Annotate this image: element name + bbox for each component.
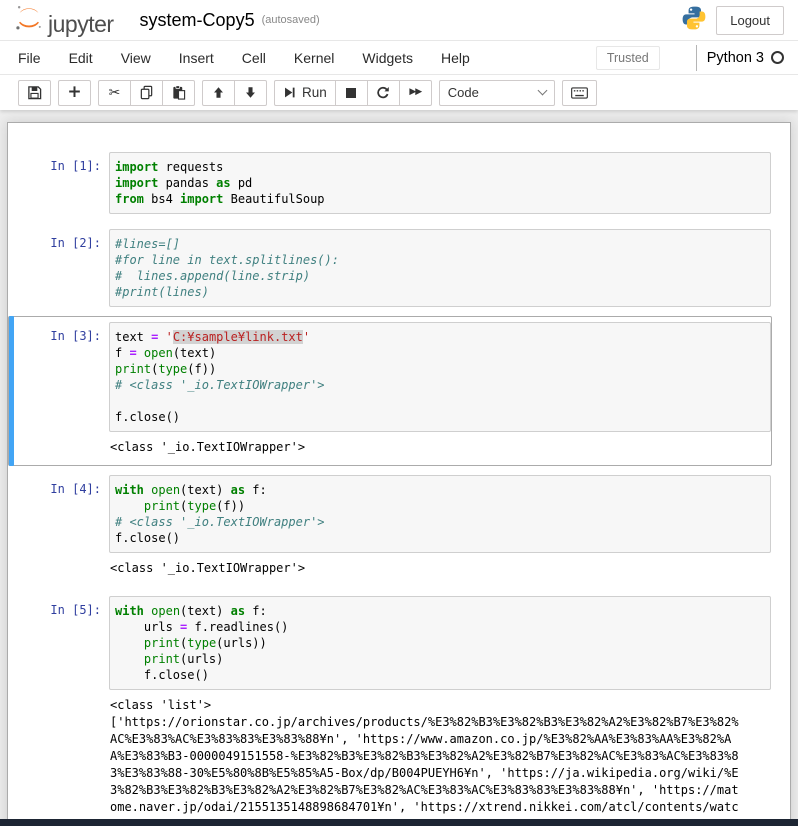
move-cell-up-button[interactable] (202, 80, 235, 106)
notebook-title[interactable]: system-Copy5 (140, 10, 255, 31)
toolbar: + ✂ (0, 75, 798, 110)
code-input[interactable]: with open(text) as f: urls = f.readlines… (109, 596, 771, 690)
notebook-area: In [1]:import requests import pandas as … (0, 110, 798, 826)
menu-item-cell[interactable]: Cell (228, 41, 280, 74)
restart-icon (376, 86, 390, 100)
stop-icon (345, 87, 357, 99)
save-icon (27, 85, 42, 100)
menu-item-kernel[interactable]: Kernel (280, 41, 348, 74)
menu-item-edit[interactable]: Edit (55, 41, 107, 74)
code-input[interactable]: import requests import pandas as pd from… (109, 152, 771, 214)
code-input[interactable]: #lines=[] #for line in text.splitlines()… (109, 229, 771, 307)
code-input[interactable]: text = 'C:¥sample¥link.txt' f = open(tex… (109, 322, 771, 432)
menubar-divider (696, 45, 697, 71)
kernel-name: Python 3 (707, 50, 764, 66)
run-button-label: Run (302, 85, 327, 100)
cut-icon: ✂ (109, 86, 121, 100)
restart-run-all-button[interactable]: ▶▶ (399, 80, 432, 106)
menu-items: FileEditViewInsertCellKernelWidgetsHelp (18, 41, 484, 74)
cell-type-dropdown[interactable]: Code (439, 80, 555, 106)
cell-output: <class '_io.TextIOWrapper'> (109, 432, 771, 460)
run-icon (283, 86, 296, 99)
code-cell-4[interactable]: In [4]:with open(text) as f: print(type(… (8, 469, 772, 587)
jupyter-logo-text: jupyter (48, 13, 114, 38)
input-prompt: In [4]: (9, 475, 109, 496)
keyboard-icon (571, 87, 588, 99)
restart-kernel-button[interactable] (367, 80, 400, 106)
output-prompt (9, 553, 109, 560)
paste-cell-button[interactable] (162, 80, 195, 106)
menu-item-widgets[interactable]: Widgets (348, 41, 427, 74)
output-prompt (9, 432, 109, 439)
code-cell-1[interactable]: In [1]:import requests import pandas as … (8, 146, 772, 220)
input-prompt: In [1]: (9, 152, 109, 173)
move-up-icon (212, 86, 225, 99)
add-cell-icon: + (67, 84, 81, 101)
menu-item-view[interactable]: View (107, 41, 165, 74)
cell-output: <class '_io.TextIOWrapper'> (109, 553, 771, 581)
jupyter-logo[interactable]: jupyter (14, 3, 114, 38)
python-logo-icon (681, 5, 707, 36)
copy-cell-button[interactable] (130, 80, 163, 106)
input-prompt: In [5]: (9, 596, 109, 617)
save-button[interactable] (18, 80, 51, 106)
command-palette-button[interactable] (562, 80, 597, 106)
screen-bottom-edge (0, 819, 798, 826)
run-cell-button[interactable]: Run (274, 80, 336, 106)
move-down-icon (244, 86, 257, 99)
checkpoint-status: (autosaved) (262, 14, 320, 26)
paste-icon (171, 85, 186, 100)
copy-icon (139, 85, 154, 100)
menu-item-help[interactable]: Help (427, 41, 484, 74)
cell-type-value: Code (448, 85, 479, 100)
add-cell-button[interactable]: + (58, 80, 91, 106)
notebook-cells: In [1]:import requests import pandas as … (7, 122, 791, 826)
fast-forward-icon: ▶▶ (409, 88, 421, 97)
interrupt-kernel-button[interactable] (335, 80, 368, 106)
header: jupyter system-Copy5 (autosaved) Logout … (0, 0, 798, 110)
code-cell-3[interactable]: In [3]:text = 'C:¥sample¥link.txt' f = o… (8, 316, 772, 466)
cell-output: <class 'list'> ['https://orionstar.co.jp… (109, 690, 771, 820)
cut-cell-button[interactable]: ✂ (98, 80, 131, 106)
chevron-down-icon (537, 86, 547, 96)
jupyter-logo-icon (14, 3, 44, 38)
output-prompt (9, 690, 109, 697)
move-cell-down-button[interactable] (234, 80, 267, 106)
code-cell-5[interactable]: In [5]:with open(text) as f: urls = f.re… (8, 590, 772, 826)
menu-item-file[interactable]: File (18, 41, 55, 74)
menubar: FileEditViewInsertCellKernelWidgetsHelp … (0, 40, 798, 75)
input-prompt: In [2]: (9, 229, 109, 250)
code-input[interactable]: with open(text) as f: print(type(f)) # <… (109, 475, 771, 553)
logout-button[interactable]: Logout (716, 6, 784, 35)
code-cell-2[interactable]: In [2]:#lines=[] #for line in text.split… (8, 223, 772, 313)
trusted-badge: Trusted (596, 46, 660, 70)
input-prompt: In [3]: (9, 322, 109, 343)
kernel-idle-icon (771, 51, 784, 64)
menu-item-insert[interactable]: Insert (165, 41, 228, 74)
